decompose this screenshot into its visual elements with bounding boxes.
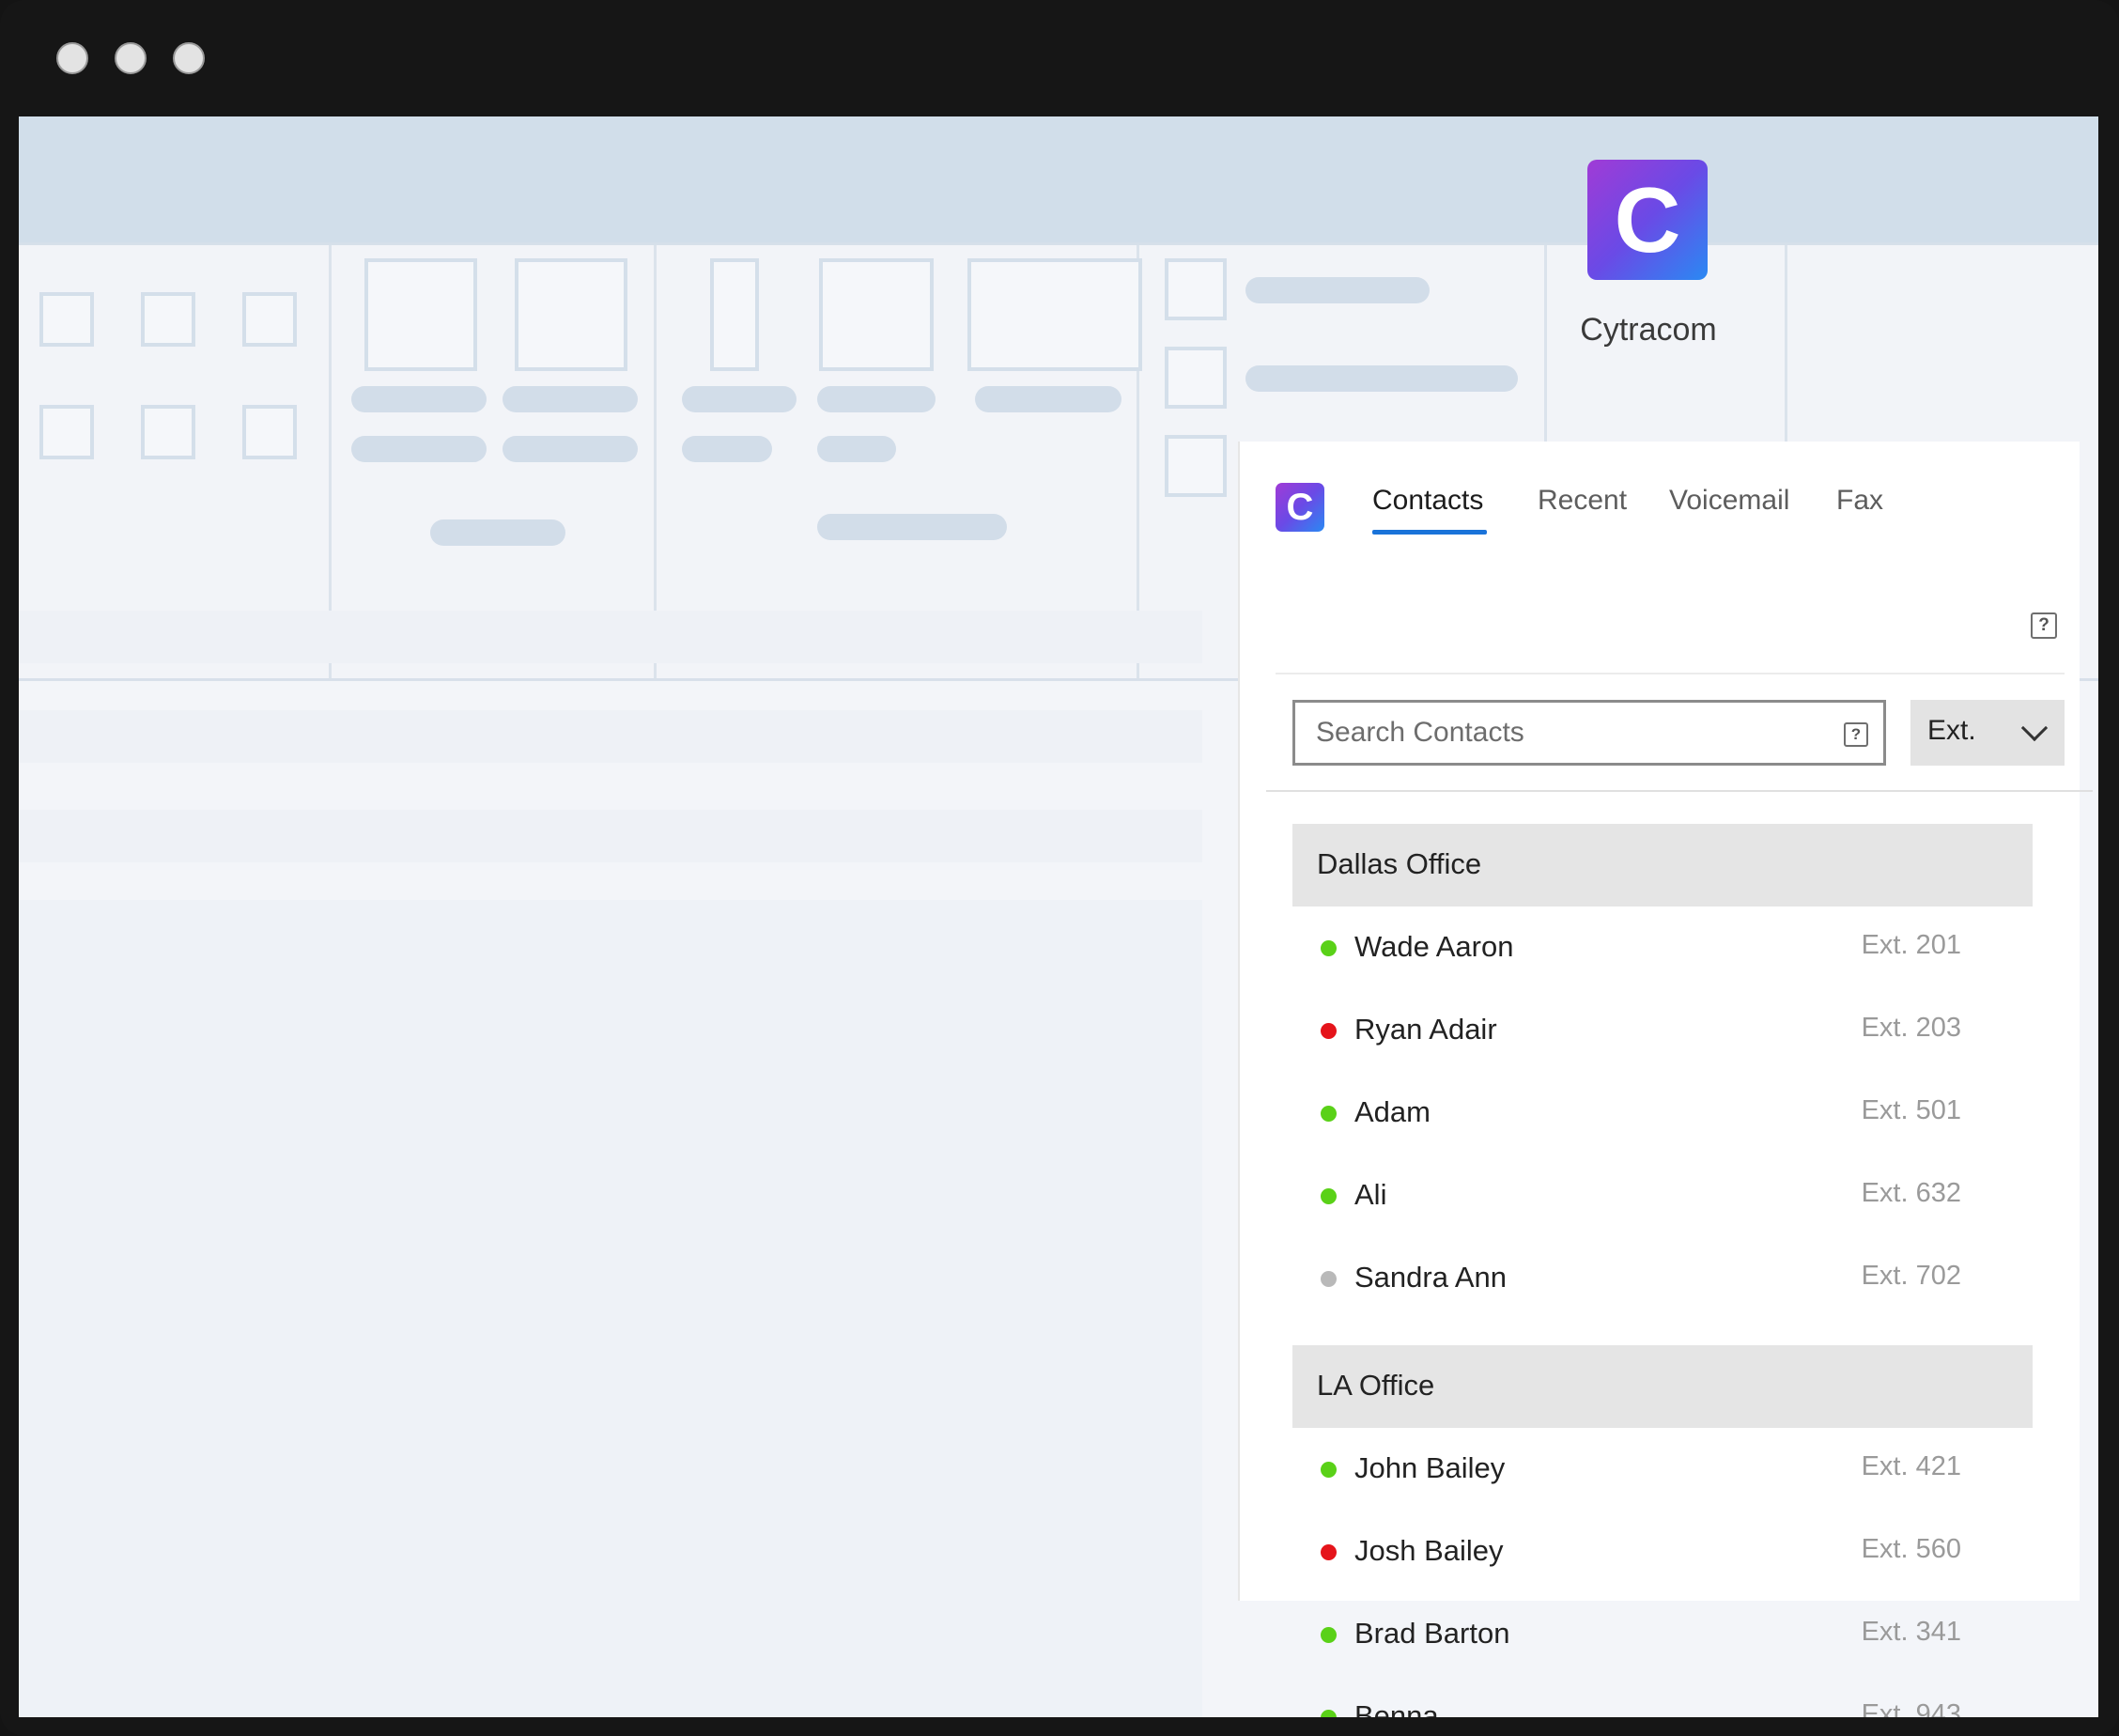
ribbon-placeholder-button[interactable] [39,405,94,459]
contact-name: Wade Aaron [1354,930,1514,963]
contact-name: Ryan Adair [1354,1013,1497,1046]
contact-row[interactable]: Wade Aaron Ext. 201 [1292,907,2006,989]
status-busy-icon [1321,1023,1337,1039]
tabs-divider [1276,673,2065,674]
search-help-icon[interactable]: ? [1844,722,1868,747]
window-close-button[interactable] [56,42,88,74]
contact-row[interactable]: Ali Ext. 632 [1292,1155,2006,1237]
active-tab-indicator [1372,530,1487,535]
contact-extension: Ext. 421 [1861,1451,1961,1481]
contact-row[interactable]: Ryan Adair Ext. 203 [1292,989,2006,1072]
window-maximize-button[interactable] [173,42,205,74]
cytracom-mini-logo-icon: C [1276,483,1324,532]
ribbon-placeholder-button[interactable] [1165,435,1227,497]
content-placeholder [19,900,1202,1717]
search-input[interactable] [1316,703,1823,763]
tab-fax[interactable]: Fax [1836,485,1883,517]
ribbon-placeholder-button[interactable] [242,292,297,347]
panel-divider [1266,790,2093,792]
group-header-dallas-office[interactable]: Dallas Office [1292,824,2033,907]
status-available-icon [1321,940,1337,956]
contact-name: Ali [1354,1178,1387,1211]
search-field[interactable]: ? [1292,700,1886,766]
list-row-placeholder [19,810,1202,862]
tab-contacts[interactable]: Contacts [1372,485,1483,517]
status-busy-icon [1321,1544,1337,1560]
cytracom-logo-icon[interactable]: C [1587,160,1708,280]
status-available-icon [1321,1627,1337,1643]
ribbon-placeholder-button[interactable] [242,405,297,459]
help-icon[interactable]: ? [2031,612,2057,639]
status-available-icon [1321,1188,1337,1204]
ribbon-placeholder-button[interactable] [141,405,195,459]
contact-extension: Ext. 501 [1861,1095,1961,1125]
list-row-placeholder [19,611,1202,663]
tab-voicemail[interactable]: Voicemail [1669,485,1789,517]
cytracom-ribbon-label[interactable]: Cytracom [1531,312,1766,349]
ribbon-placeholder-button[interactable] [141,292,195,347]
contact-name: Sandra Ann [1354,1261,1508,1294]
title-band [19,116,2098,242]
contact-extension: Ext. 201 [1861,930,1961,960]
tab-recent[interactable]: Recent [1538,485,1627,517]
ribbon-placeholder-button[interactable] [1165,347,1227,409]
contact-row[interactable]: Benna Ext. 943 [1292,1676,2006,1717]
contact-name: John Bailey [1354,1451,1506,1484]
contact-name: Adam [1354,1095,1431,1128]
status-available-icon [1321,1710,1337,1717]
group-header-la-office[interactable]: LA Office [1292,1345,2033,1428]
app-window: C Cytracom C Contacts Recent Voicemail F… [0,0,2119,1736]
status-offline-icon [1321,1271,1337,1287]
contact-extension: Ext. 341 [1861,1617,1961,1647]
contact-name: Brad Barton [1354,1617,1510,1650]
ribbon-placeholder-button[interactable] [819,258,934,371]
ribbon-placeholder-button[interactable] [364,258,477,371]
ribbon-placeholder-button[interactable] [39,292,94,347]
contact-extension: Ext. 203 [1861,1013,1961,1043]
contact-row[interactable]: Brad Barton Ext. 341 [1292,1593,2006,1676]
search-filter-dropdown[interactable]: Ext. [1910,700,2065,766]
group-title: LA Office [1317,1369,1435,1402]
contact-row[interactable]: John Bailey Ext. 421 [1292,1428,2006,1511]
contact-extension: Ext. 560 [1861,1534,1961,1564]
contact-name: Josh Bailey [1354,1534,1504,1567]
list-row-placeholder [19,710,1202,763]
contact-name: Benna [1354,1699,1439,1717]
chevron-down-icon [2020,714,2049,742]
contact-row[interactable]: Josh Bailey Ext. 560 [1292,1511,2006,1593]
filter-selected-value: Ext. [1927,715,1976,746]
contact-extension: Ext. 702 [1861,1261,1961,1291]
window-minimize-button[interactable] [115,42,147,74]
contact-extension: Ext. 943 [1861,1699,1961,1717]
contact-row[interactable]: Adam Ext. 501 [1292,1072,2006,1155]
group-title: Dallas Office [1317,847,1482,880]
status-available-icon [1321,1462,1337,1478]
ribbon-placeholder-button[interactable] [967,258,1142,371]
ribbon-placeholder-button[interactable] [710,258,759,371]
ribbon-placeholder-button[interactable] [1165,258,1227,320]
ribbon-placeholder-button[interactable] [515,258,627,371]
contact-extension: Ext. 632 [1861,1178,1961,1208]
contact-row[interactable]: Sandra Ann Ext. 702 [1292,1237,2006,1320]
status-available-icon [1321,1106,1337,1122]
